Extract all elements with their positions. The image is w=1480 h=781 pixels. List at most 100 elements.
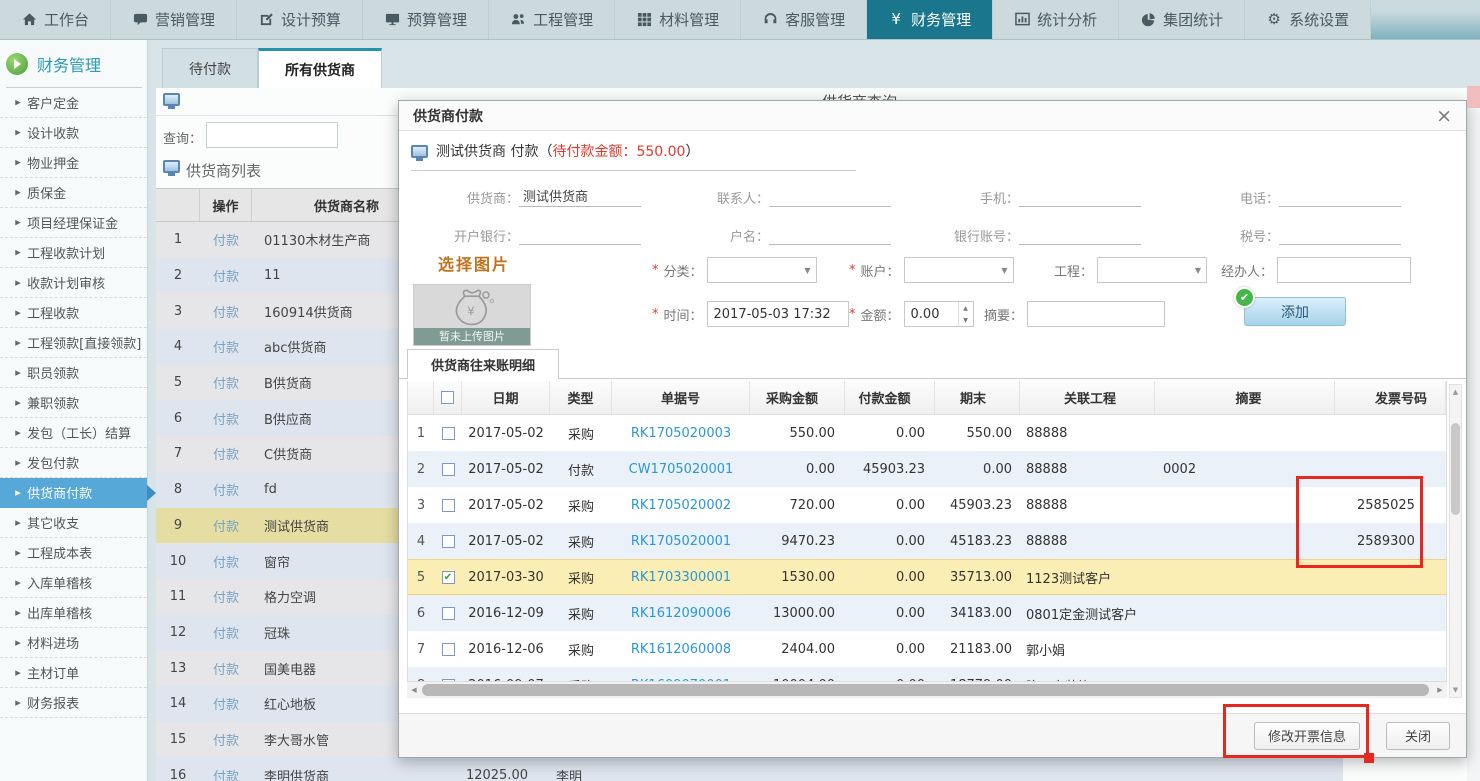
supplier-row[interactable]: 16付款李明供货商12025.00李明 bbox=[156, 757, 1343, 781]
sidebar-item-project-withdraw-direct[interactable]: ▶工程领款[直接领款] bbox=[0, 328, 147, 358]
choose-image-link[interactable]: 选择图片 bbox=[413, 251, 535, 275]
pay-link[interactable]: 付款 bbox=[213, 306, 239, 321]
search-input[interactable] bbox=[206, 122, 338, 148]
sidebar-item-material-entry[interactable]: ▶材料进场 bbox=[0, 628, 147, 658]
sidebar-item-other-income-expense[interactable]: ▶其它收支 bbox=[0, 508, 147, 538]
nav-item-settings[interactable]: ⚙系统设置 bbox=[1245, 0, 1371, 39]
project-select[interactable] bbox=[1097, 257, 1207, 283]
pay-link[interactable]: 付款 bbox=[213, 698, 239, 713]
nav-item-marketing[interactable]: 营销管理 bbox=[111, 0, 237, 39]
pay-link[interactable]: 付款 bbox=[213, 448, 239, 463]
nav-item-design-budget[interactable]: 设计预算 bbox=[237, 0, 363, 39]
sidebar-item-design-collection[interactable]: ▶设计收款 bbox=[0, 118, 147, 148]
pay-link[interactable]: 付款 bbox=[213, 234, 239, 249]
amount-stepper[interactable]: 0.00 ▲ ▼ bbox=[904, 301, 974, 327]
pay-link[interactable]: 付款 bbox=[213, 734, 239, 749]
row-checkbox[interactable] bbox=[442, 535, 455, 548]
scroll-up-icon[interactable]: ▲ bbox=[1450, 385, 1461, 399]
select-all-checkbox[interactable] bbox=[441, 391, 454, 404]
contact-value bbox=[769, 190, 891, 207]
vertical-scrollbar[interactable]: ▲ ▼ bbox=[1449, 384, 1462, 698]
pay-link[interactable]: 付款 bbox=[213, 556, 239, 571]
row-checkbox[interactable] bbox=[442, 463, 455, 476]
document-number-link[interactable]: RK1705020002 bbox=[631, 498, 731, 513]
tab-all-suppliers[interactable]: 所有供货商 bbox=[258, 48, 382, 88]
sidebar-item-quality-deposit[interactable]: ▶质保金 bbox=[0, 178, 147, 208]
category-select[interactable] bbox=[707, 257, 817, 283]
pay-link[interactable]: 付款 bbox=[213, 377, 239, 392]
pay-link[interactable]: 付款 bbox=[213, 413, 239, 428]
sidebar-item-collection-plan-audit[interactable]: ▶收款计划审核 bbox=[0, 268, 147, 298]
nav-item-finance[interactable]: ¥财务管理 bbox=[867, 0, 993, 39]
sidebar-item-main-material-order[interactable]: ▶主材订单 bbox=[0, 658, 147, 688]
detail-row[interactable]: 12017-05-02采购RK1705020003550.000.00550.0… bbox=[408, 415, 1446, 451]
stepper-down-icon[interactable]: ▼ bbox=[959, 314, 973, 326]
scroll-right-icon[interactable]: ▶ bbox=[1433, 682, 1447, 698]
detail-row[interactable]: 32017-05-02采购RK1705020002720.000.0045903… bbox=[408, 487, 1446, 523]
detail-row[interactable]: 72016-12-06采购RK16120600082404.000.002118… bbox=[408, 631, 1446, 667]
row-checkbox[interactable] bbox=[442, 427, 455, 440]
document-number-link[interactable]: RK1612090006 bbox=[631, 606, 731, 621]
nav-item-customer-service[interactable]: 客服管理 bbox=[741, 0, 867, 39]
tab-pending-payment[interactable]: 待付款 bbox=[162, 48, 258, 88]
account-select[interactable] bbox=[904, 257, 1014, 283]
scroll-down-icon[interactable]: ▼ bbox=[1450, 683, 1461, 697]
sidebar-item-inbound-audit[interactable]: ▶入库单稽核 bbox=[0, 568, 147, 598]
sidebar-item-finance-report[interactable]: ▶财务报表 bbox=[0, 688, 147, 718]
pay-link[interactable]: 付款 bbox=[213, 484, 239, 499]
nav-item-material[interactable]: 材料管理 bbox=[615, 0, 741, 39]
row-checkbox[interactable]: ✔ bbox=[442, 571, 455, 584]
sidebar-item-customer-deposit[interactable]: ▶客户定金 bbox=[0, 88, 147, 118]
pay-link[interactable]: 付款 bbox=[213, 591, 239, 606]
nav-item-budget[interactable]: 预算管理 bbox=[363, 0, 489, 39]
horizontal-scrollbar[interactable]: ◀ ▶ bbox=[407, 682, 1447, 698]
tab-supplier-ledger[interactable]: 供货商往来账明细 bbox=[407, 349, 559, 379]
detail-row[interactable]: 22017-05-02付款CW17050200010.0045903.230.0… bbox=[408, 451, 1446, 487]
detail-row[interactable]: 42017-05-02采购RK17050200019470.230.004518… bbox=[408, 523, 1446, 559]
document-number-link[interactable]: RK1705020001 bbox=[631, 534, 731, 549]
summary-input[interactable] bbox=[1027, 301, 1165, 327]
sidebar-item-project-cost-table[interactable]: ▶工程成本表 bbox=[0, 538, 147, 568]
add-button[interactable]: ✔ 添加 bbox=[1244, 297, 1346, 326]
sidebar-item-supplier-payment[interactable]: ▶供货商付款 bbox=[0, 478, 147, 508]
detail-row[interactable]: 82016-09-07采购RK160907000110004.000.00187… bbox=[408, 667, 1446, 682]
modal-close-button[interactable]: 关闭 bbox=[1386, 722, 1450, 750]
document-number-link[interactable]: CW1705020001 bbox=[629, 462, 734, 477]
document-number-link[interactable]: RK1705020003 bbox=[631, 426, 731, 441]
close-icon[interactable]: × bbox=[1436, 105, 1452, 127]
agent-input[interactable] bbox=[1277, 257, 1411, 283]
vertical-scrollbar-thumb[interactable] bbox=[1451, 423, 1460, 515]
time-input[interactable]: 2017-05-03 17:32 bbox=[707, 301, 849, 327]
sidebar-item-property-deposit[interactable]: ▶物业押金 bbox=[0, 148, 147, 178]
row-checkbox[interactable] bbox=[442, 499, 455, 512]
sidebar-item-parttime-withdraw[interactable]: ▶兼职领款 bbox=[0, 388, 147, 418]
pay-link[interactable]: 付款 bbox=[213, 520, 239, 535]
nav-item-workbench[interactable]: 工作台 bbox=[0, 0, 111, 39]
document-number-link[interactable]: RK1703300001 bbox=[631, 570, 731, 585]
sidebar-item-project-collection[interactable]: ▶工程收款 bbox=[0, 298, 147, 328]
stepper-up-icon[interactable]: ▲ bbox=[959, 302, 973, 314]
detail-row[interactable]: 62016-12-09采购RK161209000613000.000.00341… bbox=[408, 595, 1446, 631]
sidebar-item-pm-guarantee[interactable]: ▶项目经理保证金 bbox=[0, 208, 147, 238]
pay-link[interactable]: 付款 bbox=[213, 663, 239, 678]
detail-row[interactable]: 5✔2017-03-30采购RK17033000011530.000.00357… bbox=[408, 559, 1446, 595]
scroll-left-icon[interactable]: ◀ bbox=[407, 682, 421, 698]
pay-link[interactable]: 付款 bbox=[213, 627, 239, 642]
row-checkbox[interactable] bbox=[442, 643, 455, 656]
pay-link[interactable]: 付款 bbox=[213, 341, 239, 356]
pay-link[interactable]: 付款 bbox=[213, 770, 239, 781]
pay-link[interactable]: 付款 bbox=[213, 270, 239, 285]
sidebar-item-contractor-payment[interactable]: ▶发包付款 bbox=[0, 448, 147, 478]
sidebar-item-project-collection-plan[interactable]: ▶工程收款计划 bbox=[0, 238, 147, 268]
nav-item-group-stats[interactable]: 集团统计 bbox=[1119, 0, 1245, 39]
row-checkbox[interactable] bbox=[442, 607, 455, 620]
sidebar-item-staff-withdraw[interactable]: ▶职员领款 bbox=[0, 358, 147, 388]
nav-item-engineering[interactable]: 工程管理 bbox=[489, 0, 615, 39]
nav-item-statistics[interactable]: 统计分析 bbox=[993, 0, 1119, 39]
supplier-row-number: 6 bbox=[156, 411, 200, 426]
sidebar-item-contractor-settlement[interactable]: ▶发包（工长）结算 bbox=[0, 418, 147, 448]
sidebar-item-outbound-audit[interactable]: ▶出库单稽核 bbox=[0, 598, 147, 628]
document-number-link[interactable]: RK1612060008 bbox=[631, 642, 731, 657]
horizontal-scrollbar-thumb[interactable] bbox=[422, 684, 1429, 696]
date-cell: 2017-05-02 bbox=[462, 534, 550, 549]
